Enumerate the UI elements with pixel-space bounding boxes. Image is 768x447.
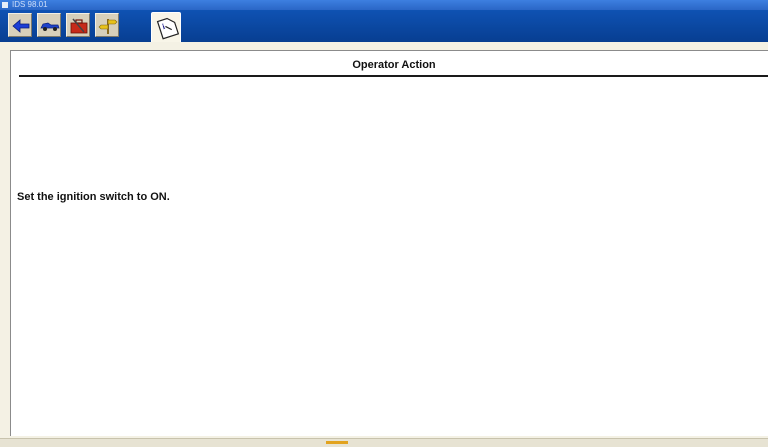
toolbox-button[interactable] <box>66 13 90 37</box>
vehicle-icon <box>40 22 60 31</box>
window-title: IDS 98.01 <box>12 0 48 9</box>
tab-info[interactable]: i <box>151 12 181 42</box>
window-titlebar: IDS 98.01 <box>0 0 768 10</box>
instruction-text: Set the ignition switch to ON. <box>17 191 170 203</box>
operator-action-panel: Operator Action Set the ignition switch … <box>10 50 768 436</box>
vehicle-button[interactable] <box>37 13 61 37</box>
info-document-icon: i <box>156 17 179 40</box>
signpost-icon <box>98 19 118 34</box>
window-menu-icon[interactable] <box>2 2 8 8</box>
back-arrow-icon <box>12 19 30 33</box>
panel-title: Operator Action <box>19 57 768 77</box>
main-toolbar: i <box>0 10 768 42</box>
main-frame: Operator Action Set the ignition switch … <box>0 42 768 446</box>
signpost-button[interactable] <box>95 13 119 37</box>
toolbox-icon <box>70 18 88 34</box>
status-indicator <box>326 441 348 444</box>
back-button[interactable] <box>8 13 32 37</box>
